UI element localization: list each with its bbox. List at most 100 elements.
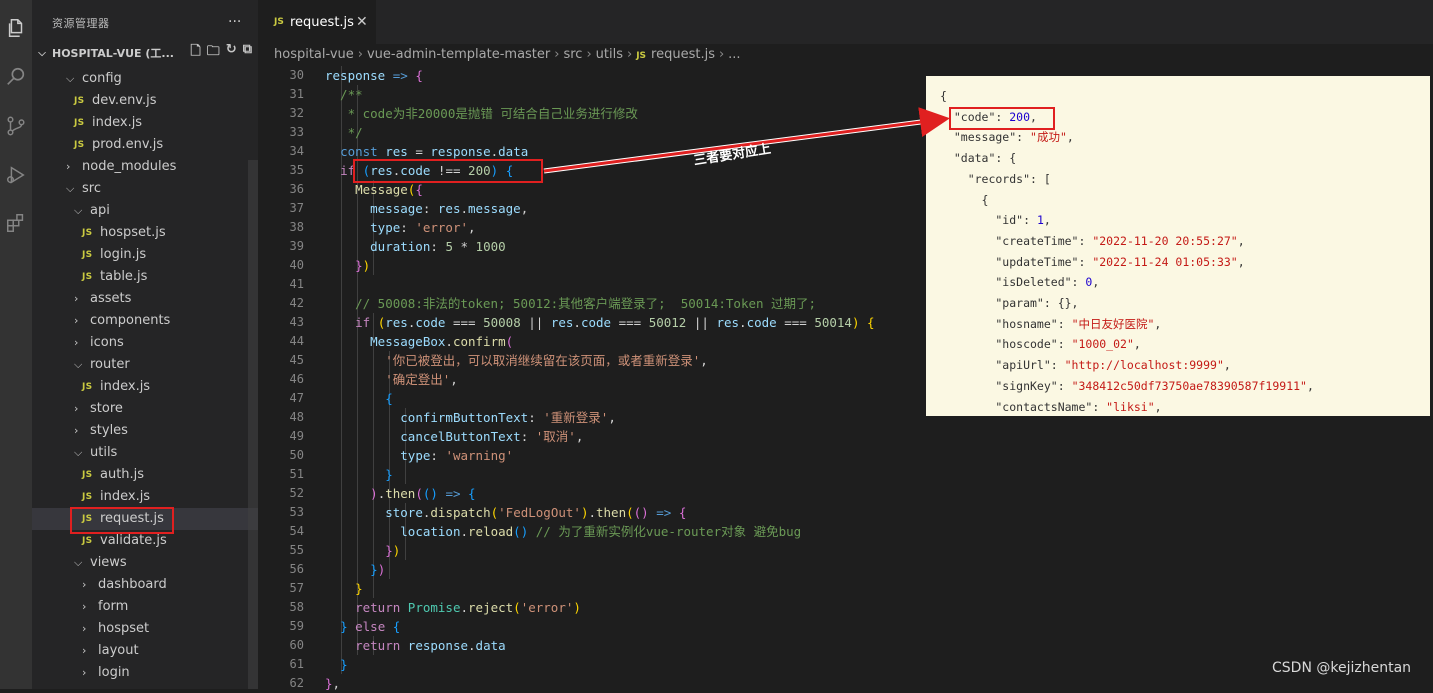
search-icon[interactable]	[0, 57, 32, 97]
file-item[interactable]: JS login.js	[32, 244, 258, 266]
folder-item[interactable]: › assets	[32, 288, 258, 310]
breadcrumb-item[interactable]: vue-admin-template-master	[367, 47, 550, 62]
code-line[interactable]: cancelButtonText: '取消',	[325, 427, 1425, 446]
code-token: ||	[520, 315, 551, 330]
folder-item[interactable]: › node_modules	[32, 156, 258, 178]
file-item[interactable]: JS dev.env.js	[32, 90, 258, 112]
code-token: ,	[608, 410, 616, 425]
folder-item[interactable]: ⌵ api	[32, 200, 258, 222]
line-number: 60	[289, 638, 304, 652]
chevron-right-icon: ›	[82, 644, 87, 657]
refresh-icon[interactable]: ↻	[226, 42, 237, 64]
json-token: ,	[1092, 275, 1100, 290]
file-item[interactable]: JS index.js	[32, 486, 258, 508]
folder-item[interactable]: ⌵ config	[32, 68, 258, 90]
breadcrumb-item[interactable]: hospital-vue	[274, 47, 354, 62]
file-item[interactable]: JS index.js	[32, 112, 258, 134]
line-number: 36	[289, 182, 304, 196]
file-item[interactable]: JS hospset.js	[32, 222, 258, 244]
folder-item[interactable]: › layout	[32, 640, 258, 662]
breadcrumb-item[interactable]: src	[563, 47, 582, 62]
folder-item[interactable]: › form	[32, 596, 258, 618]
folder-label: router	[90, 357, 130, 372]
code-token: .	[468, 638, 476, 653]
code-line[interactable]: return response.data	[325, 636, 1425, 655]
file-item[interactable]: JS index.js	[32, 376, 258, 398]
json-token: "isDeleted":	[940, 275, 1086, 290]
code-line[interactable]: })	[325, 560, 1425, 579]
run-debug-icon[interactable]	[0, 155, 32, 195]
code-token: =>	[445, 486, 461, 501]
json-token: "contactsName":	[940, 399, 1107, 414]
folder-item[interactable]: › hospset	[32, 618, 258, 640]
breadcrumb: hospital-vue › vue-admin-template-master › s…	[258, 44, 1433, 66]
file-item[interactable]: JS table.js	[32, 266, 258, 288]
new-file-icon[interactable]: 🗋	[190, 42, 200, 64]
code-token: return	[355, 600, 401, 615]
folder-item[interactable]: ⌵ views	[32, 552, 258, 574]
json-line: "signKey": "348412c50df73750ae78390587f1…	[940, 376, 1314, 397]
breadcrumb-file[interactable]: request.js	[651, 47, 715, 62]
folder-item[interactable]: › components	[32, 310, 258, 332]
project-header[interactable]: ⌵ HOSPITAL-VUE (工... 🗋 🗀 ↻ ⧉	[32, 42, 258, 64]
code-token: // 50008:非法的token; 50012:其他客户端登录了; 50014…	[355, 296, 817, 311]
close-icon[interactable]: ✕	[356, 14, 368, 30]
breadcrumb-tail[interactable]: ...	[728, 47, 740, 62]
code-line[interactable]: store.dispatch('FedLogOut').then(() => {	[325, 503, 1425, 522]
code-line[interactable]: },	[325, 674, 1425, 693]
code-token: :	[430, 448, 446, 463]
collapse-all-icon[interactable]: ⧉	[243, 42, 252, 64]
code-line[interactable]: return Promise.reject('error')	[325, 598, 1425, 617]
folder-item[interactable]: › icons	[32, 332, 258, 354]
json-token: ,	[1223, 358, 1231, 373]
line-number: 42	[289, 296, 304, 310]
folder-item[interactable]: › store	[32, 398, 258, 420]
files-icon[interactable]	[0, 8, 32, 48]
code-line[interactable]: })	[325, 541, 1425, 560]
chevron-right-icon: ›	[357, 47, 363, 62]
folder-item[interactable]: › styles	[32, 420, 258, 442]
code-token: {	[392, 619, 401, 634]
code-token: (	[415, 486, 423, 501]
extensions-icon[interactable]	[0, 203, 32, 243]
code-token: */	[325, 125, 363, 140]
folder-item[interactable]: ⌵ src	[32, 178, 258, 200]
sidebar-scrollbar[interactable]	[248, 160, 258, 689]
json-token: "message":	[940, 130, 1031, 145]
code-token: *	[452, 239, 476, 254]
code-line[interactable]: }	[325, 579, 1425, 598]
json-token: "param": {},	[940, 296, 1079, 310]
code-token: {	[415, 182, 423, 197]
code-token: res	[550, 315, 574, 330]
code-line[interactable]: }	[325, 465, 1425, 484]
folder-item[interactable]: › dashboard	[32, 574, 258, 596]
folder-item[interactable]: ⌵ utils	[32, 442, 258, 464]
breadcrumb-item[interactable]: utils	[596, 47, 623, 62]
file-item[interactable]: JS auth.js	[32, 464, 258, 486]
more-actions-icon[interactable]: ···	[228, 0, 241, 48]
line-number: 62	[289, 676, 304, 690]
code-token: ,	[468, 220, 476, 235]
code-line[interactable]: location.reload() // 为了重新实例化vue-router对象…	[325, 522, 1425, 541]
folder-item[interactable]: › login	[32, 662, 258, 684]
code-line[interactable]: }	[325, 655, 1425, 674]
source-control-icon[interactable]	[0, 106, 32, 146]
code-line[interactable]: type: 'warning'	[325, 446, 1425, 465]
code-token: .	[739, 315, 747, 330]
new-folder-icon[interactable]: 🗀	[207, 42, 220, 64]
code-token: 'error'	[415, 220, 469, 235]
file-item[interactable]: JS prod.env.js	[32, 134, 258, 156]
code-token: '重新登录'	[543, 410, 609, 425]
chevron-right-icon: ›	[718, 47, 725, 62]
code-line[interactable]: ).then(() => {	[325, 484, 1425, 503]
tab-request-js[interactable]: JS request.js ✕	[258, 0, 376, 48]
chevron-right-icon: ›	[554, 47, 560, 62]
code-line[interactable]: } else {	[325, 617, 1425, 636]
folder-item[interactable]: ⌵ router	[32, 354, 258, 376]
